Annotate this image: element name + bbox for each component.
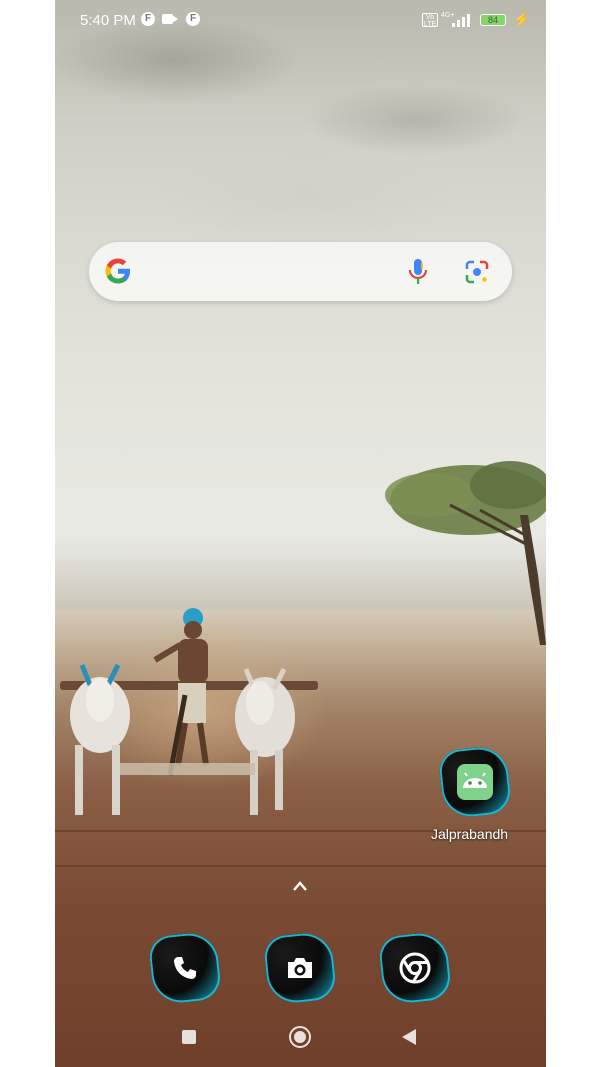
mic-icon[interactable] xyxy=(407,257,429,287)
recents-button[interactable] xyxy=(182,1030,196,1044)
f-icon: F xyxy=(141,12,155,26)
lens-icon[interactable] xyxy=(464,259,490,285)
wallpaper-farmer-oxen xyxy=(60,608,318,815)
charging-icon: ⚡ xyxy=(513,11,531,27)
status-time: 5:40 PM xyxy=(80,12,136,29)
android-icon xyxy=(457,764,493,800)
status-bar: 5:40 PM F F Vo LTE 4G+ 84 ⚡ xyxy=(55,0,546,42)
phone-icon xyxy=(174,957,196,979)
camera-icon xyxy=(288,958,312,978)
video-icon xyxy=(162,14,178,24)
google-logo-icon xyxy=(105,258,130,284)
wallpaper-field-furrow xyxy=(55,865,546,867)
dock-chrome-app[interactable] xyxy=(377,930,453,1006)
dock-camera-app[interactable] xyxy=(262,930,338,1006)
chrome-icon xyxy=(399,952,431,984)
app-jalprabandh[interactable] xyxy=(437,744,513,820)
signal-icon xyxy=(452,13,472,27)
home-button[interactable] xyxy=(289,1026,311,1048)
f-icon: F xyxy=(186,12,200,26)
wallpaper-tree xyxy=(385,461,546,645)
dock-phone-app[interactable] xyxy=(147,930,223,1006)
volte-indicator: Vo LTE xyxy=(422,13,438,28)
google-search-bar[interactable] xyxy=(89,242,512,301)
back-button[interactable] xyxy=(402,1029,416,1045)
home-screen: 5:40 PM F F Vo LTE 4G+ 84 ⚡ Jalprabandh xyxy=(55,0,546,1067)
chevron-up-icon[interactable] xyxy=(292,880,308,892)
app-label-jalprabandh[interactable]: Jalprabandh xyxy=(431,826,508,842)
battery-icon: 84 xyxy=(480,14,506,26)
